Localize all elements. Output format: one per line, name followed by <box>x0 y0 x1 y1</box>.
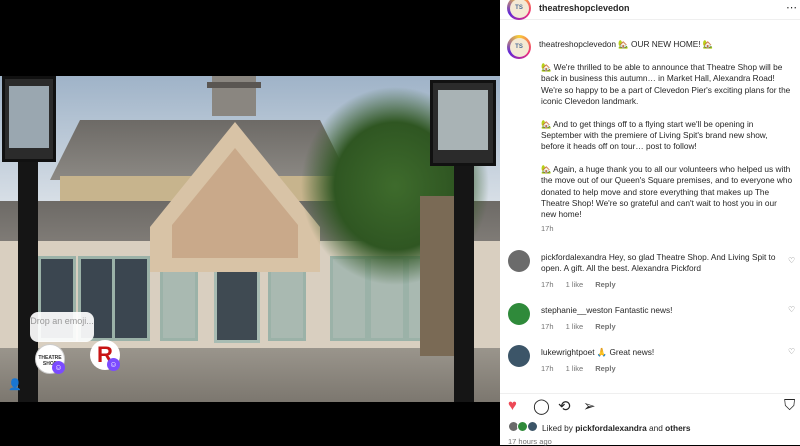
post-media: Drop an emoji... THEATRE SHOP ☺ R ☺ 👤 <box>0 0 500 445</box>
comment-item: lukewrightpoet 🙏 Great news! 17h 1 like … <box>500 345 800 393</box>
reply-button[interactable]: Reply <box>595 280 615 289</box>
photo-pavement <box>0 348 500 402</box>
post-sidebar: TS theatreshopclevedon ⋯ TS theatreshopc… <box>500 0 800 446</box>
comment-body: lukewrightpoet 🙏 Great news! <box>541 347 791 358</box>
user-tag-icon[interactable]: 👤 <box>8 378 22 392</box>
caption-paragraph: 🏡 And to get things off to a flying star… <box>541 118 768 152</box>
heart-icon[interactable]: ♥ <box>508 397 517 414</box>
comment-time[interactable]: 17h <box>541 280 554 289</box>
likes-summary: Liked by pickfordalexandra and others <box>508 421 798 435</box>
header-username[interactable]: theatreshopclevedon <box>539 3 630 13</box>
comment-body: pickfordalexandra Hey, so glad Theatre S… <box>541 252 791 274</box>
reply-button[interactable]: Reply <box>595 322 615 331</box>
comment-icon[interactable]: ◯ <box>533 397 550 415</box>
comment-meta: 17h 1 like Reply <box>541 322 626 331</box>
comment-username[interactable]: pickfordalexandra <box>541 252 607 262</box>
comment-likes[interactable]: 1 like <box>566 322 584 331</box>
post-body: TS theatreshopclevedon 🏡 OUR NEW HOME! 🏡… <box>500 28 800 393</box>
comment-heart-icon[interactable]: ♡ <box>788 256 795 265</box>
emoji-drop-prompt[interactable]: Drop an emoji... <box>30 312 94 342</box>
photo-window <box>112 256 150 341</box>
comment-likes[interactable]: 1 like <box>566 280 584 289</box>
send-icon[interactable]: ➢ <box>583 397 596 415</box>
comment-body: stephanie__weston Fantastic news! <box>541 305 791 316</box>
reply-button[interactable]: Reply <box>595 364 615 373</box>
likes-others[interactable]: others <box>665 423 690 433</box>
comment-avatar[interactable] <box>508 303 530 325</box>
bookmark-icon[interactable]: ⛉ <box>784 397 795 414</box>
comment-likes[interactable]: 1 like <box>566 364 584 373</box>
avatar-logo: TS <box>509 0 529 18</box>
comment-text: Fantastic news! <box>614 305 673 315</box>
avatar-logo: TS <box>509 37 529 57</box>
photo-lamp-post-right <box>430 76 500 402</box>
comment-item: pickfordalexandra Hey, so glad Theatre S… <box>500 250 800 298</box>
comment-heart-icon[interactable]: ♡ <box>788 347 795 356</box>
comment-time[interactable]: 17h <box>541 364 554 373</box>
liker-avatar <box>526 421 538 433</box>
caption-avatar[interactable]: TS <box>507 35 531 59</box>
more-icon[interactable]: ⋯ <box>786 1 797 14</box>
comment-avatar[interactable] <box>508 345 530 367</box>
comment-username[interactable]: lukewrightpoet <box>541 347 595 357</box>
caption-username[interactable]: theatreshopclevedon <box>539 39 616 49</box>
comment-meta: 17h 1 like Reply <box>541 280 626 289</box>
action-bar: ♥ ◯ ⟲ ➢ ⛉ <box>500 393 800 417</box>
face-icon: ☺ <box>52 361 65 374</box>
caption-headline: 🏡 OUR NEW HOME! 🏡 <box>618 39 714 49</box>
photo-cupola-cap <box>207 82 261 88</box>
avatar[interactable]: TS <box>507 0 531 20</box>
caption-time[interactable]: 17h <box>541 224 554 233</box>
caption-paragraph: 🏡 Again, a huge thank you to all our vol… <box>541 163 793 220</box>
likes-text: Liked by pickfordalexandra and others <box>542 423 691 433</box>
comment-username[interactable]: stephanie__weston <box>541 305 613 315</box>
caption-header: theatreshopclevedon 🏡 OUR NEW HOME! 🏡 <box>539 39 713 50</box>
comment-time[interactable]: 17h <box>541 322 554 331</box>
post-header: TS theatreshopclevedon ⋯ <box>500 0 800 20</box>
comment-text: 🙏 Great news! <box>596 347 655 357</box>
comment-meta: 17h 1 like Reply <box>541 364 626 373</box>
comment-heart-icon[interactable]: ♡ <box>788 305 795 314</box>
post-photo[interactable] <box>0 76 500 402</box>
comment-avatar[interactable] <box>508 250 530 272</box>
caption-text: 🏡 We're thrilled to be able to announce … <box>541 62 793 232</box>
face-icon: ☺ <box>107 358 120 371</box>
likes-first-user[interactable]: pickfordalexandra <box>575 423 646 433</box>
likes-and: and <box>646 423 666 433</box>
likes-prefix: Liked by <box>542 423 576 433</box>
comment-item: stephanie__weston Fantastic news! 17h 1 … <box>500 303 800 351</box>
repost-icon[interactable]: ⟲ <box>558 397 571 415</box>
caption-paragraph: 🏡 We're thrilled to be able to announce … <box>541 62 791 107</box>
